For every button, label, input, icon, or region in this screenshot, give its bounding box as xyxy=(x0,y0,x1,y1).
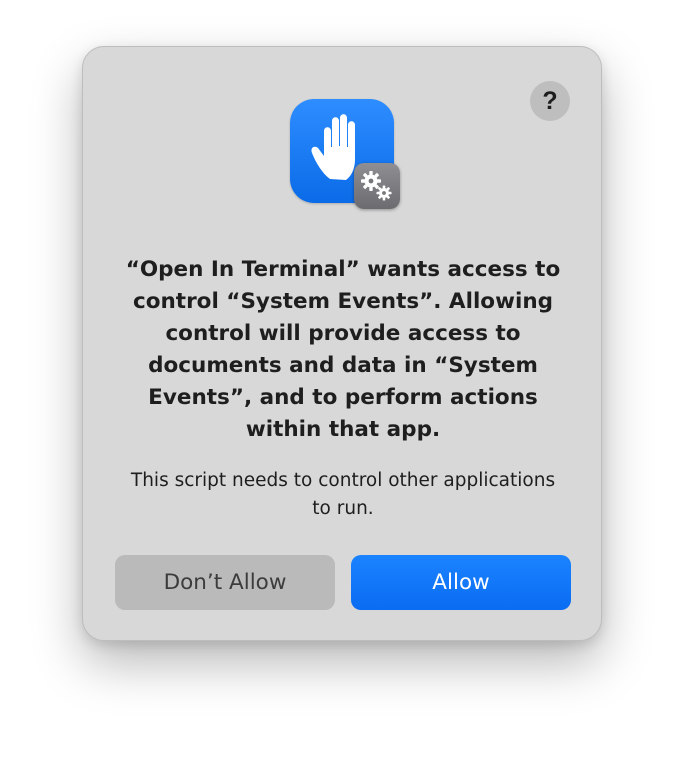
permission-dialog: ? “Open In Terminal” wants access to con… xyxy=(82,46,602,641)
gears-icon xyxy=(361,171,392,201)
allow-button[interactable]: Allow xyxy=(351,555,571,610)
help-button[interactable]: ? xyxy=(530,81,570,121)
privacy-hand-with-gear-icon xyxy=(290,99,402,211)
dont-allow-button[interactable]: Don’t Allow xyxy=(115,555,335,610)
gear-badge xyxy=(354,163,400,209)
dialog-title: “Open In Terminal” wants access to contr… xyxy=(125,257,561,442)
dialog-message: This script needs to control other appli… xyxy=(130,470,556,519)
